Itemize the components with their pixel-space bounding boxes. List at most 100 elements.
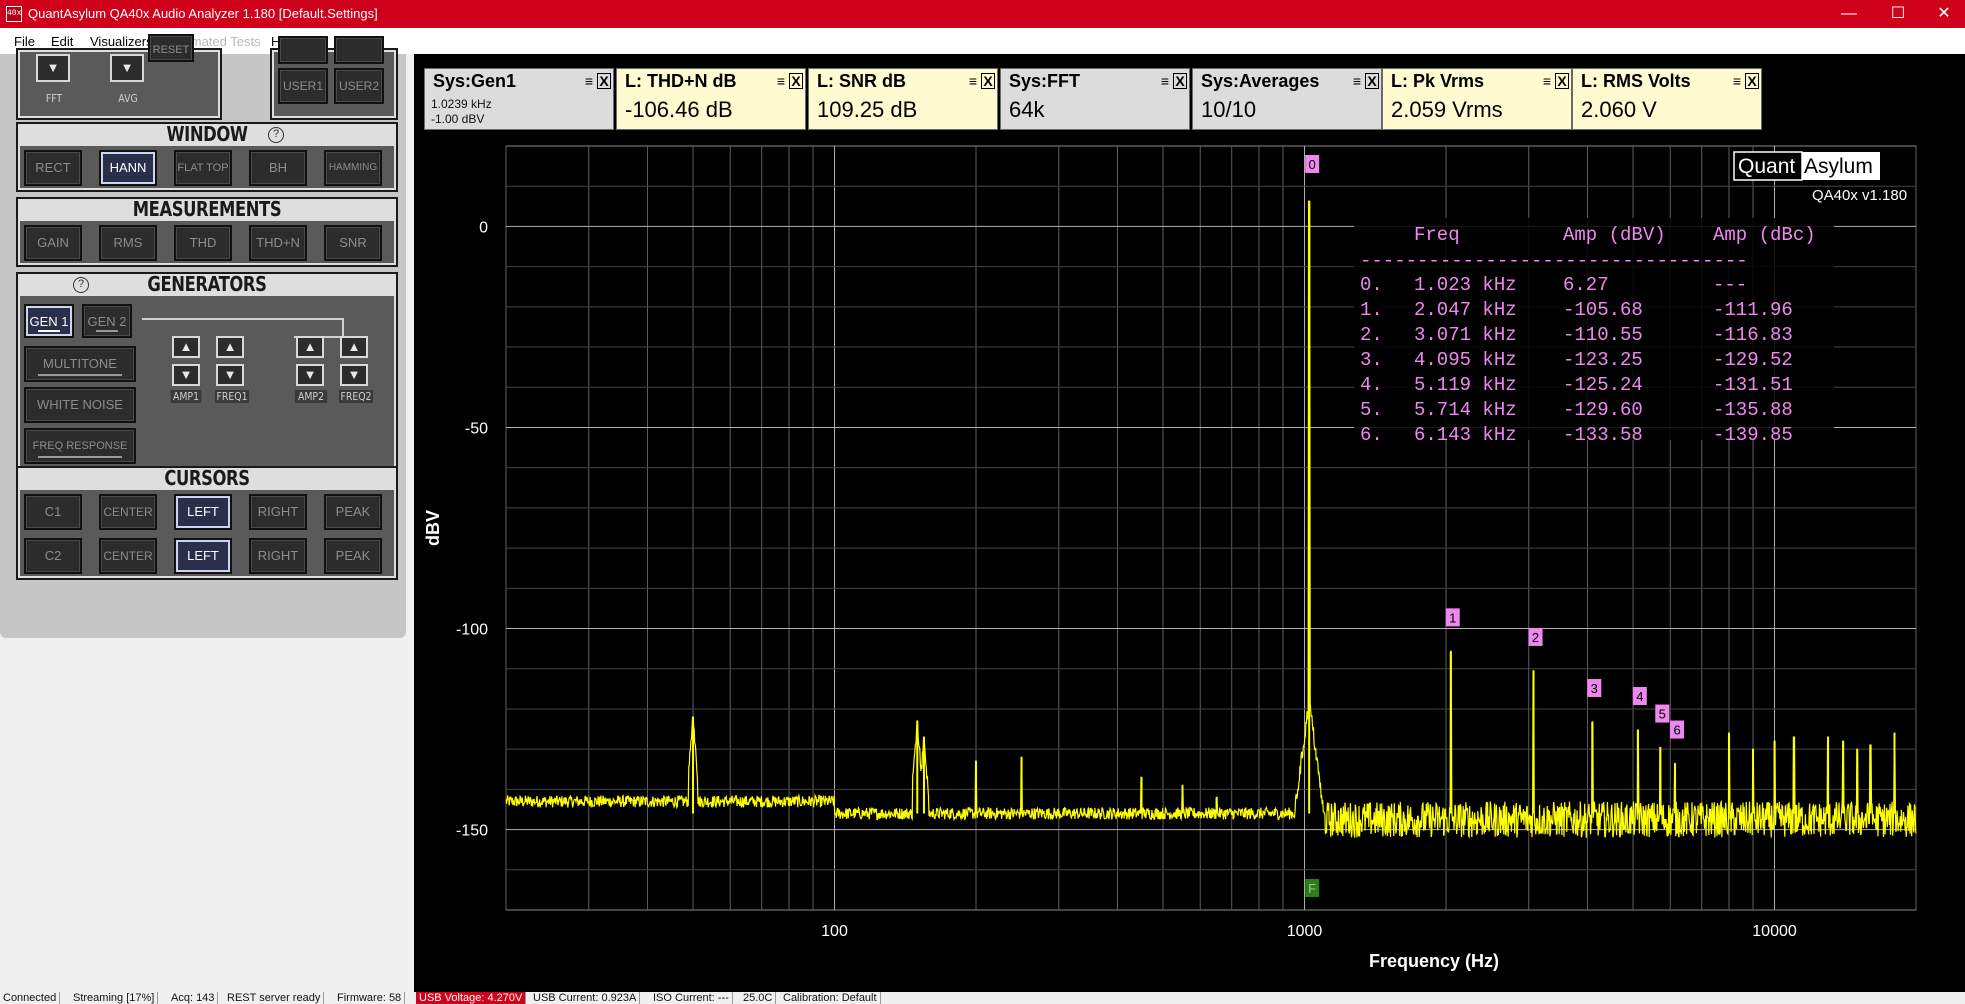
table-row-dbc: -111.96 [1713,299,1793,321]
generators-section-title: GENERATORS [147,272,267,296]
cursors-section: CURSORS C1 CENTER LEFT RIGHT PEAK C2 CEN… [16,466,398,580]
table-row-dbc: -116.83 [1713,324,1793,346]
window-bh-button[interactable]: BH [249,150,307,186]
marker-label: 4 [1636,689,1643,704]
table-row-index: 0. [1360,274,1383,296]
freq2-down-button[interactable]: ▼ [340,364,368,386]
table-row-dbc: --- [1713,274,1747,296]
gen-connector-line [142,318,344,320]
user2-button[interactable]: USER2 [334,68,384,104]
app-icon: 40x [6,6,22,22]
cursor2-peak-button[interactable]: PEAK [324,538,382,574]
thdn-button[interactable]: THD+N [249,225,307,261]
table-row-index: 1. [1360,299,1383,321]
table-row-dbv: -105.68 [1563,299,1643,321]
table-row-index: 2. [1360,324,1383,346]
window-rect-button[interactable]: RECT [24,150,82,186]
amp2-up-button[interactable]: ▲ [296,336,324,358]
table-header: Freq [1414,224,1460,246]
cursor1-peak-button[interactable]: PEAK [324,494,382,530]
table-header: Amp (dBc) [1713,224,1816,246]
cursor-c2-button[interactable]: C2 [24,538,82,574]
user-section: USER1 USER2 [270,36,398,120]
measurements-section-title: MEASUREMENTS [132,197,282,221]
table-separator: ---------------------------------- [1360,250,1748,272]
gen1-button[interactable]: GEN 1 [24,304,74,338]
x-tick-label: 10000 [1752,923,1797,940]
minimize-button[interactable]: — [1826,0,1872,28]
menu-visualizers[interactable]: Visualizers [90,34,153,49]
fundamental-flag-marker: F [1305,879,1320,897]
table-row-dbc: -135.88 [1713,399,1793,421]
status-streaming: Streaming [17%] [70,992,159,1004]
window-flattop-button[interactable]: FLAT TOP [174,150,232,186]
snr-button[interactable]: SNR [324,225,382,261]
white-noise-button[interactable]: WHITE NOISE [24,387,136,423]
gain-button[interactable]: GAIN [24,225,82,261]
cursor2-left-button[interactable]: LEFT [174,538,232,574]
logo-asylum: Asylum [1804,155,1873,178]
freq1-down-button[interactable]: ▼ [216,364,244,386]
freq2-label: FREQ2 [339,390,373,403]
user1-button[interactable]: USER1 [278,68,328,104]
multitone-button[interactable]: MULTITONE [24,346,136,382]
cursor-c1-button[interactable]: C1 [24,494,82,530]
freq-response-button[interactable]: FREQ RESPONSE [24,428,136,464]
quantasylum-logo: Quant Asylum QA40x v1.180 [1733,151,1907,204]
user-top-button-1[interactable] [278,36,328,64]
user-top-button-2[interactable] [334,36,384,64]
logo-quant: Quant [1738,155,1795,178]
table-row-dbv: -129.60 [1563,399,1643,421]
thd-button[interactable]: THD [174,225,232,261]
cursor2-right-button[interactable]: RIGHT [249,538,307,574]
help-icon[interactable]: ? [268,127,284,143]
amp1-label: AMP1 [170,390,202,403]
fundamental-marker: 0 [1305,155,1320,173]
amp1-down-button[interactable]: ▼ [172,364,200,386]
amp2-label: AMP2 [294,390,328,403]
control-panel: ▼ ▼ RESET FFT AVG USER1 USER2 WINDOW ? R… [0,34,406,638]
reset-button[interactable]: RESET [148,34,194,62]
freq1-up-button[interactable]: ▲ [216,336,244,358]
status-usb-voltage: USB Voltage: 4.270V [416,992,527,1004]
status-rest-server: REST server ready [224,992,325,1004]
help-icon[interactable]: ? [73,277,89,293]
harmonic-marker: 5 [1655,704,1670,723]
status-usb-current: USB Current: 0.923A [530,992,641,1004]
title-bar: 40x QuantAsylum QA40x Audio Analyzer 1.1… [0,0,1965,28]
freq2-up-button[interactable]: ▲ [340,336,368,358]
cursor1-left-button[interactable]: LEFT [174,494,232,530]
cursor1-center-button[interactable]: CENTER [99,494,157,530]
table-row-freq: 2.047 kHz [1414,299,1517,321]
table-row-freq: 5.119 kHz [1414,374,1517,396]
amp1-up-button[interactable]: ▲ [172,336,200,358]
harmonic-marker: 3 [1587,679,1602,698]
table-row-freq: 6.143 kHz [1414,424,1517,446]
cursor2-center-button[interactable]: CENTER [99,538,157,574]
window-hann-button[interactable]: HANN [99,150,157,186]
marker-label: F [1308,881,1316,896]
y-tick-label: 0 [479,219,488,236]
table-row-index: 5. [1360,399,1383,421]
status-connected: Connected [0,992,61,1004]
window-hamming-button[interactable]: HAMMING [324,150,382,186]
avg-down-button[interactable]: ▼ [110,54,144,82]
menu-file[interactable]: File [14,34,35,49]
menu-edit[interactable]: Edit [51,34,73,49]
harmonic-marker: 4 [1632,687,1647,706]
y-tick-label: -50 [465,420,488,437]
marker-label: 5 [1659,707,1666,722]
gen2-button[interactable]: GEN 2 [82,304,132,338]
status-acq: Acq: 143 [168,992,219,1004]
maximize-button[interactable]: ☐ [1875,0,1921,28]
cursor1-right-button[interactable]: RIGHT [249,494,307,530]
amp2-down-button[interactable]: ▼ [296,364,324,386]
close-button[interactable]: ✕ [1921,0,1965,28]
window-section-title: WINDOW [166,122,248,146]
table-row-freq: 5.714 kHz [1414,399,1517,421]
x-tick-label: 100 [821,923,848,940]
status-temperature: 25.0C [740,992,777,1004]
fft-down-button[interactable]: ▼ [36,54,70,82]
fft-plot[interactable]: 0 -50 -100 -150 100 1000 10000 0 1 2 3 4 56 F Freque… [414,54,1965,992]
rms-button[interactable]: RMS [99,225,157,261]
